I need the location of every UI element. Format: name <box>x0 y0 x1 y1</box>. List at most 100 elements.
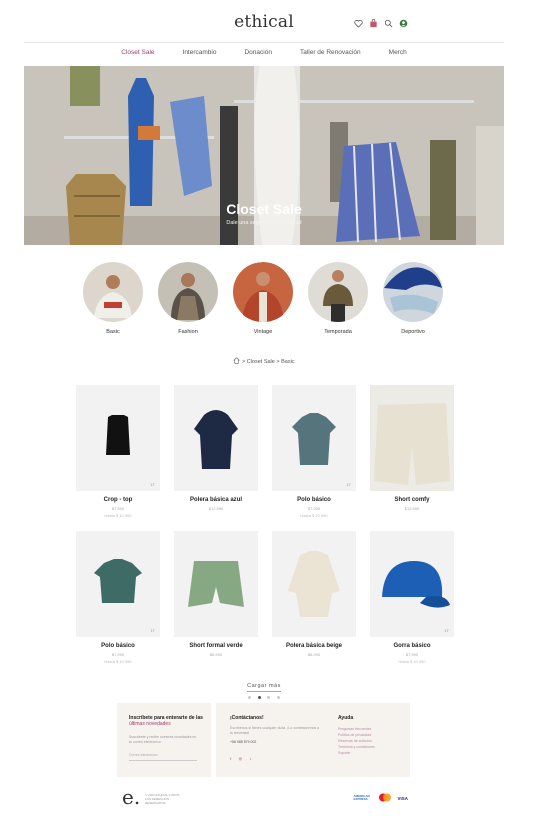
product-name: Polo básico <box>297 497 331 503</box>
product-image: 1T <box>370 531 454 637</box>
payment-methods: AMERICAN EXPRESS VISA <box>353 793 408 803</box>
header-divider <box>24 42 504 43</box>
product-price: $7.990 <box>307 506 321 511</box>
breadcrumb-item-basic: Basic <box>281 358 295 365</box>
product-name: Short formal verde <box>189 643 243 649</box>
product-price: $8.990 <box>209 652 223 657</box>
category-deportivo[interactable]: Deportivo <box>382 262 444 335</box>
category-temporada-label: Temporada <box>324 329 352 335</box>
nav-taller-renovacion[interactable]: Taller de Renovación <box>286 46 375 60</box>
hero-banner[interactable]: Closet Sale Dale una segunda oportunidad <box>24 66 504 245</box>
pagination-dots <box>24 686 504 704</box>
product-price: $12.990 <box>208 506 224 511</box>
breadcrumb: > Closet Sale > Basic <box>24 357 504 366</box>
breadcrumb-separator: > <box>276 358 280 365</box>
nav-closet-sale[interactable]: Closet Sale <box>107 46 168 60</box>
bottom-bar: e. © 2023 ETHICAL TODOS LOS DERECHOS RES… <box>24 785 504 809</box>
category-temporada[interactable]: Temporada <box>307 262 369 335</box>
product-tag: 1T <box>444 628 449 633</box>
instagram-icon[interactable]: ◎ <box>239 756 243 761</box>
product-price: $8.990 <box>307 652 321 657</box>
bag-icon[interactable] <box>369 19 378 28</box>
newsletter-title: Inscríbete para enterarte de las últimas… <box>129 715 211 727</box>
category-fashion[interactable]: Fashion <box>157 262 219 335</box>
category-fashion-label: Fashion <box>178 329 198 335</box>
product-price: $12.990 <box>404 506 420 511</box>
category-vintage[interactable]: Vintage <box>232 262 294 335</box>
nav-intercambio[interactable]: Intercambio <box>169 46 231 60</box>
facebook-icon[interactable]: f <box>230 756 231 761</box>
product-name: Polo básico <box>101 643 135 649</box>
footer-logo[interactable]: e. <box>122 785 140 809</box>
footer-tagline: © 2023 ETHICAL TODOS LOS DERECHOS RESERV… <box>145 793 180 805</box>
product-tag: 1T <box>150 628 155 633</box>
nav-donacion[interactable]: Donación <box>230 46 285 60</box>
pagination-dot[interactable] <box>248 696 252 699</box>
product-card[interactable]: Polera básica azul $12.990 <box>174 385 258 511</box>
hero-image <box>24 66 504 245</box>
product-image <box>370 385 454 491</box>
product-image <box>272 531 356 637</box>
pagination-dot[interactable] <box>267 696 271 699</box>
product-tag: 1T <box>150 482 155 487</box>
category-basic[interactable]: Basic <box>82 262 144 335</box>
product-card[interactable]: Polera básica beige $8.990 <box>272 531 356 657</box>
nav-merch[interactable]: Merch <box>375 46 421 60</box>
breadcrumb-separator: > <box>241 358 246 365</box>
product-price-range: Hasta $ 10.990 <box>398 659 426 664</box>
product-image: 1T <box>76 531 160 637</box>
contact-text: Escríbenos si tienes cualquier duda. ¡Lo… <box>230 726 320 735</box>
newsletter-box: Inscríbete para enterarte de las últimas… <box>117 703 211 777</box>
contact-title: ¡Contáctanos! <box>230 715 264 721</box>
product-price: $7.990 <box>111 652 125 657</box>
header-icons <box>354 19 408 28</box>
product-name: Polera básica beige <box>285 643 343 649</box>
search-icon[interactable] <box>384 19 393 28</box>
hero-title: Closet Sale <box>226 201 302 217</box>
category-vintage-image <box>233 262 293 322</box>
product-tag: 1T <box>346 482 351 487</box>
category-deportivo-label: Deportivo <box>401 329 425 335</box>
breadcrumb-item-closet-sale[interactable]: Closet Sale <box>247 359 275 365</box>
newsletter-title-highlight: últimas novedades <box>129 721 171 727</box>
visa-icon: VISA <box>397 795 408 801</box>
product-image: 1T <box>272 385 356 491</box>
heart-icon[interactable] <box>354 19 363 28</box>
newsletter-text: Suscríbete y recibe nuestras novedades e… <box>129 735 197 744</box>
product-card[interactable]: 1T Polo básico $7.990 Hasta $ 10.990 <box>76 531 160 664</box>
product-price: $7.990 <box>111 506 125 511</box>
user-icon[interactable] <box>399 19 408 28</box>
product-price-range: Hasta $ 10.990 <box>104 659 132 664</box>
category-basic-image <box>83 262 143 322</box>
product-name: Polera básica azul <box>189 497 243 503</box>
product-card[interactable]: 1T Polo básico $7.990 Hasta $ 10.990 <box>272 385 356 518</box>
product-card[interactable]: Short comfy $12.990 <box>370 385 454 511</box>
contact-column: ¡Contáctanos! Escríbenos si tienes cualq… <box>230 715 320 765</box>
category-vintage-label: Vintage <box>253 329 273 335</box>
product-card[interactable]: Short formal verde $8.990 <box>174 531 258 657</box>
home-icon[interactable] <box>233 357 240 366</box>
help-column: Ayuda Preguntas frecuentes Política de p… <box>338 715 404 756</box>
help-link-support[interactable]: Soporte <box>338 750 404 756</box>
product-card[interactable]: 1T Gorra básico $7.990 Hasta $ 10.990 <box>370 531 454 664</box>
site-logo[interactable]: ethical <box>24 12 504 32</box>
category-fashion-image <box>158 262 218 322</box>
pagination-dot-active[interactable] <box>257 696 261 699</box>
newsletter-email-input[interactable]: Correo electrónico <box>129 753 197 761</box>
main-nav: Closet Sale Intercambio Donación Taller … <box>24 46 504 60</box>
tiktok-icon[interactable]: ♪ <box>250 756 252 761</box>
category-basic-label: Basic <box>106 329 120 335</box>
mastercard-icon <box>378 793 392 803</box>
pagination-dot[interactable] <box>276 696 280 699</box>
page: ethical Closet Sale Intercambio Donación… <box>24 0 504 820</box>
header: ethical <box>24 0 504 43</box>
footer-info-box: ¡Contáctanos! Escríbenos si tienes cualq… <box>216 703 410 777</box>
social-links: f ◎ ♪ <box>230 747 320 765</box>
product-price-range: Hasta $ 10.990 <box>104 513 132 518</box>
product-card[interactable]: 1T Crop - top $7.990 Hasta $ 10.990 <box>76 385 160 518</box>
product-image <box>174 531 258 637</box>
product-name: Short comfy <box>394 497 430 503</box>
contact-phone[interactable]: +56 988 879 002 <box>230 740 320 745</box>
product-name: Crop - top <box>103 497 133 503</box>
category-temporada-image <box>308 262 368 322</box>
